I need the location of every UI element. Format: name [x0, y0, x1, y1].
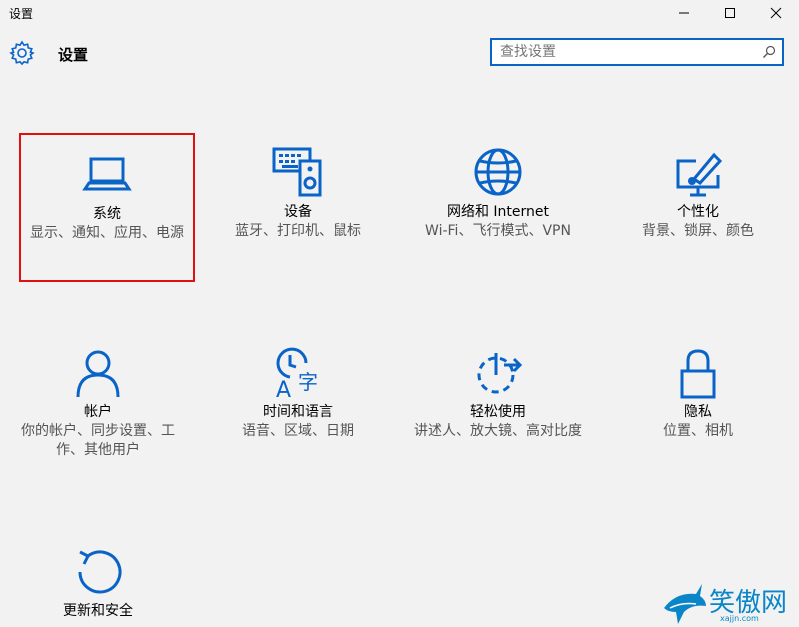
minimize-button[interactable] [661, 0, 707, 26]
tile-name: 更新和安全 [63, 603, 133, 619]
tile-system[interactable]: 系统 显示、通知、应用、电源 [19, 133, 195, 282]
title-bar: 设置 [0, 0, 799, 26]
laptop-icon [82, 157, 132, 191]
tile-description: Wi-Fi、飞行模式、VPN [425, 223, 571, 239]
tile-description: 讲述人、放大镜、高对比度 [414, 423, 582, 439]
person-icon [76, 350, 120, 398]
tile-name: 帐户 [84, 404, 112, 420]
paint-monitor-icon [676, 152, 723, 197]
minimize-icon [679, 12, 689, 14]
page-title: 设置 [58, 46, 89, 64]
watermark-sub: xajjn.com [720, 614, 759, 623]
settings-window: 设置 设置 系统 显示、通知、应用、电源 [0, 0, 799, 627]
close-icon [770, 7, 782, 19]
globe-icon [474, 148, 522, 196]
svg-text:字: 字 [298, 370, 318, 394]
refresh-icon [78, 550, 122, 594]
keyboard-speaker-icon [272, 147, 322, 197]
search-input[interactable] [500, 43, 755, 61]
tile-description: 背景、锁屏、颜色 [642, 223, 754, 239]
tile-name: 轻松使用 [470, 404, 526, 420]
tile-name: 系统 [93, 206, 121, 222]
tile-ease-of-access[interactable]: 轻松使用 讲述人、放大镜、高对比度 [410, 333, 586, 479]
maximize-button[interactable] [707, 0, 753, 26]
tile-name: 网络和 Internet [446, 204, 550, 220]
search-box[interactable] [490, 38, 784, 66]
tile-description: 你的帐户、同步设置、工作、其他用户 [21, 423, 175, 458]
tile-description: 蓝牙、打印机、鼠标 [235, 223, 361, 239]
tile-name: 个性化 [677, 204, 719, 220]
close-button[interactable] [753, 0, 799, 26]
window-title: 设置 [9, 7, 34, 21]
tile-description: 语音、区域、日期 [242, 423, 354, 439]
ease-of-access-icon [477, 353, 523, 394]
tile-personalization[interactable]: 个性化 背景、锁屏、颜色 [610, 133, 786, 279]
tile-devices[interactable]: 设备 蓝牙、打印机、鼠标 [210, 133, 386, 279]
tile-name: 设备 [284, 204, 312, 220]
tile-accounts[interactable]: 帐户 你的帐户、同步设置、工作、其他用户 [10, 333, 186, 479]
tile-name: 时间和语言 [263, 404, 333, 420]
maximize-icon [725, 8, 735, 18]
svg-text:A: A [276, 378, 291, 399]
tile-name: 隐私 [684, 404, 712, 420]
tile-privacy[interactable]: 隐私 位置、相机 [610, 333, 786, 479]
clock-language-icon: A 字 [276, 347, 318, 399]
tile-time-language[interactable]: A 字 时间和语言 语音、区域、日期 [210, 333, 386, 479]
tile-description: 位置、相机 [663, 423, 733, 439]
gear-icon [9, 40, 35, 66]
lock-icon [680, 349, 716, 399]
watermark: 笑傲网 xajjn.com [662, 578, 799, 627]
tile-update-security[interactable]: 更新和安全 [10, 532, 186, 627]
tile-description: 显示、通知、应用、电源 [30, 225, 184, 241]
shark-logo-icon [664, 584, 706, 624]
tile-network[interactable]: 网络和 Internet Wi-Fi、飞行模式、VPN [410, 133, 586, 279]
search-icon[interactable] [762, 45, 776, 59]
